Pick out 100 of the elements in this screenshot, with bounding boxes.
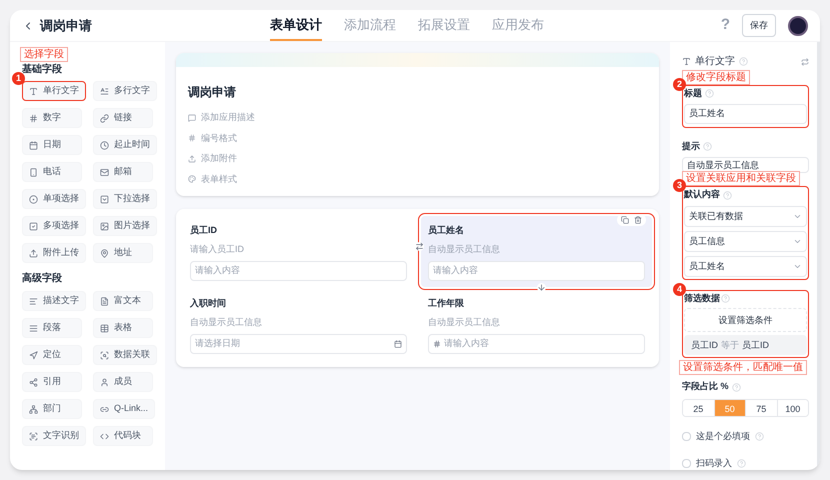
field-label: 员工姓名	[428, 224, 465, 237]
property-label: 默认内容	[684, 188, 720, 202]
step-badge: 4	[673, 282, 686, 296]
filter-button[interactable]: 设置筛选条件	[684, 308, 807, 332]
letter-icon	[682, 57, 691, 66]
help-icon[interactable]	[737, 458, 746, 468]
checkbox[interactable]	[682, 432, 691, 442]
switch-icon[interactable]	[801, 58, 809, 66]
checkbox-label: 扫码录入	[696, 456, 732, 470]
help-icon[interactable]	[721, 294, 730, 304]
link-icon	[100, 404, 109, 414]
field-type-item[interactable]: 单行文字	[22, 81, 86, 101]
clock-icon	[100, 140, 109, 150]
calendar-icon	[394, 340, 402, 348]
field-type-item[interactable]: 引用	[22, 372, 82, 392]
property-label: 筛选数据	[684, 292, 720, 305]
input-field[interactable]: 自动显示员工信息	[682, 157, 809, 174]
field-label: 工作年限	[428, 297, 465, 310]
help-icon[interactable]	[723, 190, 732, 200]
step-badge: 3	[673, 179, 686, 192]
field-label: 入职时间	[190, 297, 227, 310]
field-type-item[interactable]: 数据关联	[93, 345, 157, 365]
field-type-item[interactable]: 电话	[22, 162, 82, 182]
field-type-item[interactable]: 起止时间	[93, 135, 157, 155]
property-label: 标题	[684, 87, 702, 100]
share-icon	[29, 378, 38, 386]
checkbox-icon	[29, 222, 38, 230]
paragraph-icon	[29, 324, 38, 332]
field-type-item[interactable]: 成员	[93, 372, 153, 392]
help-icon[interactable]	[732, 382, 741, 392]
select-field[interactable]: 关联已有数据	[684, 206, 807, 227]
user-icon	[100, 378, 109, 386]
copy-icon[interactable]	[621, 216, 629, 224]
field-type-item[interactable]: 单项选择	[22, 189, 86, 209]
field-type-item[interactable]: 部门	[22, 399, 82, 419]
trash-icon[interactable]	[634, 216, 642, 224]
select-field[interactable]: 员工信息	[684, 230, 807, 252]
field-type-item[interactable]: 多项选择	[22, 216, 86, 236]
input-placeholder: 请输入内容	[444, 337, 489, 350]
field-type-item[interactable]: 富文本	[93, 291, 153, 311]
annotation-label: 设置关联应用和关联字段	[682, 171, 800, 186]
hash-icon	[433, 340, 441, 348]
step-badge: 2	[673, 78, 686, 91]
property-label: 字段占比 %	[682, 380, 729, 394]
field-type-item[interactable]: 定位	[22, 345, 82, 365]
swap-icon[interactable]	[415, 242, 424, 251]
link-icon	[100, 114, 109, 122]
field-type-item[interactable]: 图片选择	[93, 216, 157, 236]
help-icon[interactable]	[703, 142, 712, 151]
annotation-label: 选择字段	[20, 47, 68, 62]
phone-icon	[29, 168, 38, 176]
app-title: 调岗申请	[40, 16, 93, 35]
scan-icon	[100, 350, 109, 360]
field-type-item[interactable]: 文字识别	[22, 426, 86, 446]
field-type-item[interactable]: 邮箱	[93, 162, 153, 182]
input-placeholder: 请输入内容	[433, 264, 478, 278]
select-value: 员工信息	[689, 234, 725, 248]
select-value: 员工姓名	[689, 260, 725, 273]
help-icon[interactable]	[755, 432, 764, 442]
field-type-item[interactable]: 段落	[22, 318, 82, 338]
field-type-item[interactable]: 链接	[93, 108, 153, 128]
dropdown-icon	[100, 194, 109, 204]
help-icon[interactable]	[739, 57, 748, 66]
field-type-item[interactable]: Q-Link...	[93, 399, 156, 419]
hash-icon	[29, 114, 38, 122]
field-type-item[interactable]: 地址	[93, 243, 153, 263]
form-field[interactable]: 员工姓名 自动显示员工信息 请输入内容	[421, 216, 652, 287]
width-option[interactable]: 100	[776, 400, 808, 416]
field-type-item[interactable]: 数字	[22, 108, 82, 128]
field-type-item[interactable]: 多行文字	[93, 81, 157, 101]
image-icon	[100, 222, 109, 230]
field-type-item[interactable]: 表格	[93, 318, 153, 338]
upload-icon	[29, 248, 38, 258]
checkbox[interactable]	[682, 458, 691, 468]
form-field[interactable]: 员工ID 请输入员工ID 请输入内容	[183, 216, 414, 287]
palette-icon	[188, 175, 196, 184]
field-type-item[interactable]: 下拉选择	[93, 189, 157, 209]
annotation-label: 修改字段标题	[682, 70, 750, 85]
scan-text-icon	[29, 432, 38, 440]
field-type-item[interactable]: 日期	[22, 135, 82, 155]
lines-icon	[29, 296, 38, 306]
input-field[interactable]: 员工姓名	[684, 104, 807, 124]
field-type-item[interactable]: 附件上传	[22, 243, 86, 263]
select-value: 关联已有数据	[689, 210, 743, 223]
help-icon[interactable]	[705, 89, 714, 98]
form-field[interactable]: 入职时间 自动显示员工信息 请选择日期	[183, 289, 414, 360]
select-field[interactable]: 员工姓名	[684, 256, 807, 277]
form-field[interactable]: 工作年限 自动显示员工信息 请输入内容	[421, 289, 652, 360]
avatar[interactable]	[788, 16, 808, 36]
code-icon	[100, 432, 109, 440]
field-type-item[interactable]: 代码块	[93, 426, 153, 446]
location-icon	[29, 350, 38, 360]
document-icon	[100, 296, 109, 306]
hash-icon	[188, 134, 196, 142]
annotation-label: 设置筛选条件，匹配唯一值	[679, 360, 807, 376]
save-button[interactable]: 保存	[742, 14, 776, 38]
text-lines-icon	[100, 86, 109, 96]
mail-icon	[100, 168, 109, 176]
field-type-item[interactable]: 描述文字	[22, 291, 86, 311]
form-title: 调岗申请	[188, 84, 237, 101]
